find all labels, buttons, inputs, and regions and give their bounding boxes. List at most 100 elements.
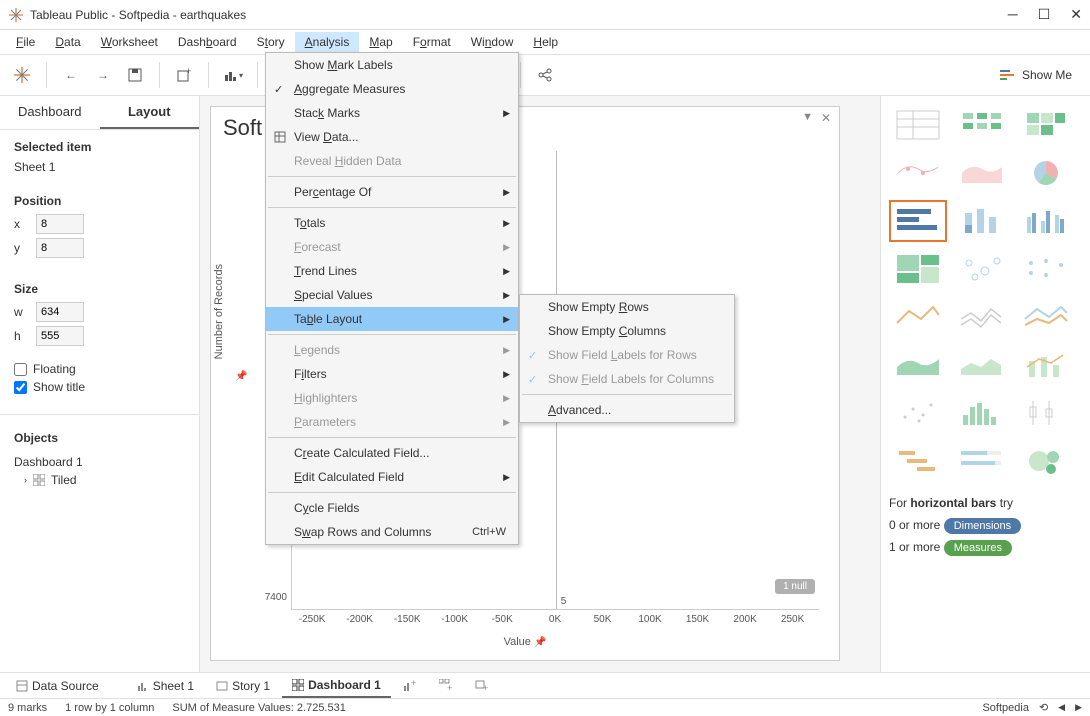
- menu-data[interactable]: Data: [45, 32, 90, 52]
- menu-file[interactable]: File: [6, 32, 45, 52]
- frame-close-icon[interactable]: ✕: [821, 111, 831, 125]
- null-badge[interactable]: 1 null: [775, 579, 815, 594]
- menu-dashboard[interactable]: Dashboard: [168, 32, 247, 52]
- menu-item[interactable]: Totals▶: [266, 211, 518, 235]
- menu-window[interactable]: Window: [461, 32, 524, 52]
- viz-treemap[interactable]: [889, 248, 947, 290]
- viz-dual-lines[interactable]: [1017, 296, 1075, 338]
- menu-item[interactable]: Cycle Fields: [266, 496, 518, 520]
- menu-item[interactable]: Forecast▶: [266, 235, 518, 259]
- close-button[interactable]: ✕: [1070, 6, 1082, 23]
- menu-help[interactable]: Help: [523, 32, 568, 52]
- worksheet-icon: [137, 680, 149, 692]
- menu-story[interactable]: Story: [247, 32, 295, 52]
- show-title-checkbox[interactable]: [14, 381, 27, 394]
- status-sum: SUM of Measure Values: 2.725.531: [172, 702, 345, 714]
- viz-dual-combination[interactable]: [1017, 344, 1075, 386]
- viz-box-plot[interactable]: [1017, 392, 1075, 434]
- menu-item[interactable]: Percentage Of▶: [266, 180, 518, 204]
- menu-item[interactable]: Trend Lines▶: [266, 259, 518, 283]
- floating-checkbox[interactable]: [14, 363, 27, 376]
- viz-symbol-map[interactable]: [889, 152, 947, 194]
- submenu-item[interactable]: ✓Show Field Labels for Columns: [520, 367, 734, 391]
- viz-lines-discrete[interactable]: [953, 296, 1011, 338]
- menu-analysis[interactable]: Analysis: [295, 32, 360, 52]
- redo-button[interactable]: →: [89, 61, 117, 89]
- menu-worksheet[interactable]: Worksheet: [91, 32, 168, 52]
- viz-area-continuous[interactable]: [889, 344, 947, 386]
- menu-item[interactable]: Special Values▶: [266, 283, 518, 307]
- show-me-button[interactable]: Show Me: [990, 64, 1082, 86]
- viz-circle-views[interactable]: [953, 248, 1011, 290]
- menu-item[interactable]: Legends▶: [266, 338, 518, 362]
- submenu-item[interactable]: Show Empty Rows: [520, 295, 734, 319]
- tableau-icon[interactable]: [8, 61, 36, 89]
- viz-packed-bubbles[interactable]: [1017, 440, 1075, 482]
- objects-header: Objects: [14, 431, 185, 445]
- status-rows: 1 row by 1 column: [65, 702, 154, 714]
- status-nav-left-icon[interactable]: ◀: [1058, 702, 1065, 713]
- left-tab-dashboard[interactable]: Dashboard: [0, 96, 100, 129]
- menu-item[interactable]: Filters▶: [266, 362, 518, 386]
- tab-data-source[interactable]: Data Source: [6, 675, 109, 697]
- viz-horizontal-bars[interactable]: [889, 200, 947, 242]
- menu-item[interactable]: Swap Rows and ColumnsCtrl+W: [266, 520, 518, 544]
- viz-histogram[interactable]: [953, 392, 1011, 434]
- menu-item[interactable]: Create Calculated Field...: [266, 441, 518, 465]
- new-story-tab[interactable]: +: [465, 675, 499, 697]
- viz-pie[interactable]: [1017, 152, 1075, 194]
- new-worksheet-tab[interactable]: +: [393, 675, 427, 697]
- viz-side-by-side-bars[interactable]: [1017, 200, 1075, 242]
- viz-scatter[interactable]: [889, 392, 947, 434]
- viz-heat-map[interactable]: [953, 104, 1011, 146]
- new-datasource-button[interactable]: +: [170, 61, 198, 89]
- objects-child[interactable]: › Tiled: [14, 473, 185, 487]
- new-worksheet-button[interactable]: ▾: [219, 61, 247, 89]
- submenu-item[interactable]: Advanced...: [520, 398, 734, 422]
- left-tab-layout[interactable]: Layout: [100, 96, 200, 129]
- viz-gantt[interactable]: [889, 440, 947, 482]
- status-reset-icon[interactable]: ⟲: [1039, 701, 1048, 714]
- viz-lines-continuous[interactable]: [889, 296, 947, 338]
- maximize-button[interactable]: ☐: [1038, 6, 1051, 23]
- menu-item[interactable]: Show Mark Labels: [266, 53, 518, 77]
- viz-highlight-table[interactable]: [1017, 104, 1075, 146]
- svg-text:+: +: [447, 683, 452, 693]
- new-dashboard-tab[interactable]: +: [429, 675, 463, 697]
- pos-y-input[interactable]: [36, 238, 84, 258]
- menu-item[interactable]: Highlighters▶: [266, 386, 518, 410]
- size-w-input[interactable]: [36, 302, 84, 322]
- size-header: Size: [14, 282, 185, 296]
- menu-item[interactable]: Edit Calculated Field▶: [266, 465, 518, 489]
- tab-sheet1[interactable]: Sheet 1: [127, 675, 204, 697]
- viz-stacked-bars[interactable]: [953, 200, 1011, 242]
- viz-area-discrete[interactable]: [953, 344, 1011, 386]
- menu-item[interactable]: Stack Marks▶: [266, 101, 518, 125]
- menu-item[interactable]: Parameters▶: [266, 410, 518, 434]
- floating-label: Floating: [33, 362, 76, 376]
- share-button[interactable]: [531, 61, 559, 89]
- tab-story1[interactable]: Story 1: [206, 675, 280, 697]
- submenu-item[interactable]: Show Empty Columns: [520, 319, 734, 343]
- viz-side-by-side-circles[interactable]: [1017, 248, 1075, 290]
- minimize-button[interactable]: ─: [1008, 6, 1018, 23]
- viz-bullet[interactable]: [953, 440, 1011, 482]
- objects-root[interactable]: Dashboard 1: [14, 451, 185, 473]
- menu-map[interactable]: Map: [359, 32, 402, 52]
- menu-item[interactable]: View Data...: [266, 125, 518, 149]
- undo-button[interactable]: ←: [57, 61, 85, 89]
- tab-dashboard1[interactable]: Dashboard 1: [282, 674, 391, 698]
- menu-format[interactable]: Format: [403, 32, 461, 52]
- size-h-input[interactable]: [36, 326, 84, 346]
- menu-item[interactable]: Reveal Hidden Data: [266, 149, 518, 173]
- menu-item[interactable]: Table Layout▶: [266, 307, 518, 331]
- menu-item[interactable]: ✓Aggregate Measures: [266, 77, 518, 101]
- status-nav-right-icon[interactable]: ▶: [1075, 702, 1082, 713]
- y-axis-label: Number of Records: [213, 263, 225, 358]
- submenu-item[interactable]: ✓Show Field Labels for Rows: [520, 343, 734, 367]
- viz-text-table[interactable]: [889, 104, 947, 146]
- pos-x-input[interactable]: [36, 214, 84, 234]
- frame-dropdown-icon[interactable]: ▼: [802, 111, 813, 123]
- save-button[interactable]: [121, 61, 149, 89]
- viz-filled-map[interactable]: [953, 152, 1011, 194]
